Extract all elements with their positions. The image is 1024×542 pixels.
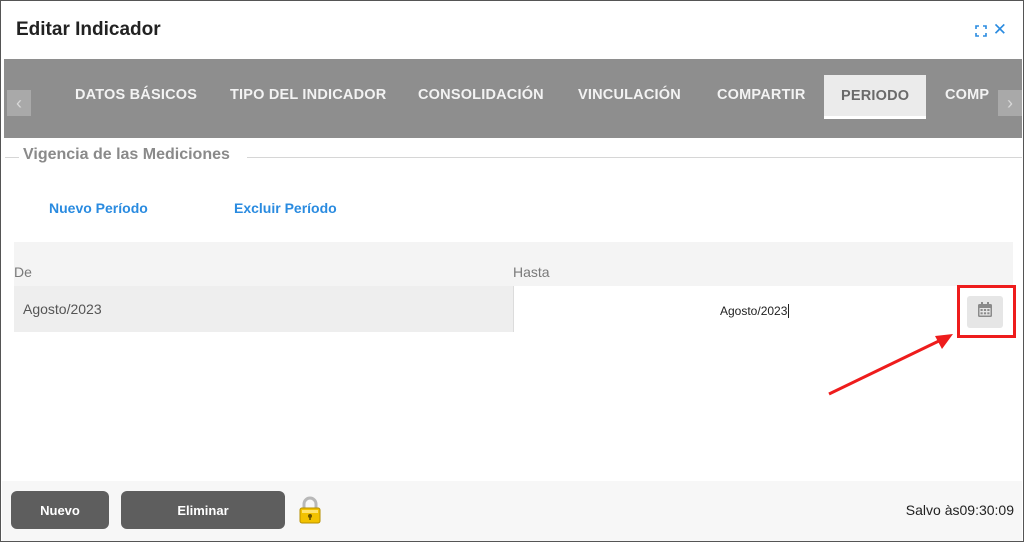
- period-table: De Hasta Agosto/2023 Agosto/2023: [14, 242, 1013, 332]
- close-icon[interactable]: ✕: [993, 21, 1007, 38]
- tab-consolidacion[interactable]: CONSOLIDACIÓN: [418, 87, 544, 103]
- cell-de: Agosto/2023: [14, 286, 513, 332]
- tab-comp[interactable]: COMP: [945, 87, 989, 103]
- highlight-box: [957, 285, 1016, 338]
- dialog-header: Editar Indicador ✕: [1, 1, 1023, 59]
- new-button[interactable]: Nuevo: [11, 491, 109, 529]
- exclude-period-link[interactable]: Excluir Período: [234, 200, 337, 216]
- hasta-input[interactable]: Agosto/2023: [720, 304, 790, 318]
- edit-indicator-dialog: Editar Indicador ✕ ‹ DATOS BÁSICOS TIPO …: [0, 0, 1024, 542]
- tabs-viewport: DATOS BÁSICOS TIPO DEL INDICADOR CONSOLI…: [34, 59, 992, 138]
- annotation-arrow-icon: [828, 334, 953, 396]
- tabs-prev-button[interactable]: ‹: [7, 90, 31, 116]
- dialog-title: Editar Indicador: [16, 19, 161, 40]
- saved-status: Salvo às09:30:09: [905, 502, 1014, 518]
- lock-icon[interactable]: [298, 496, 322, 524]
- table-header: De Hasta: [14, 242, 1013, 286]
- header-actions: ✕: [974, 21, 1007, 38]
- tab-vinculacion[interactable]: VINCULACIÓN: [578, 87, 681, 103]
- tab-datos-basicos[interactable]: DATOS BÁSICOS: [75, 87, 197, 103]
- tab-periodo[interactable]: PERIODO: [824, 75, 927, 119]
- fieldset-line-right: [247, 157, 1022, 158]
- delete-button[interactable]: Eliminar: [121, 491, 285, 529]
- dialog-footer: Nuevo Eliminar Salvo às09:30:09: [2, 481, 1022, 541]
- column-header-hasta: Hasta: [513, 264, 550, 280]
- tab-tipo-del-indicador[interactable]: TIPO DEL INDICADOR: [230, 87, 386, 103]
- tabs-next-button[interactable]: ›: [998, 90, 1022, 116]
- column-header-de: De: [14, 264, 32, 280]
- tab-bar: ‹ DATOS BÁSICOS TIPO DEL INDICADOR CONSO…: [4, 59, 1022, 138]
- expand-icon[interactable]: [974, 24, 987, 37]
- fieldset-line-left: [5, 157, 19, 158]
- tab-compartir[interactable]: COMPARTIR: [717, 87, 806, 103]
- new-period-link[interactable]: Nuevo Período: [49, 200, 148, 216]
- fieldset-legend: Vigencia de las Mediciones: [23, 146, 230, 164]
